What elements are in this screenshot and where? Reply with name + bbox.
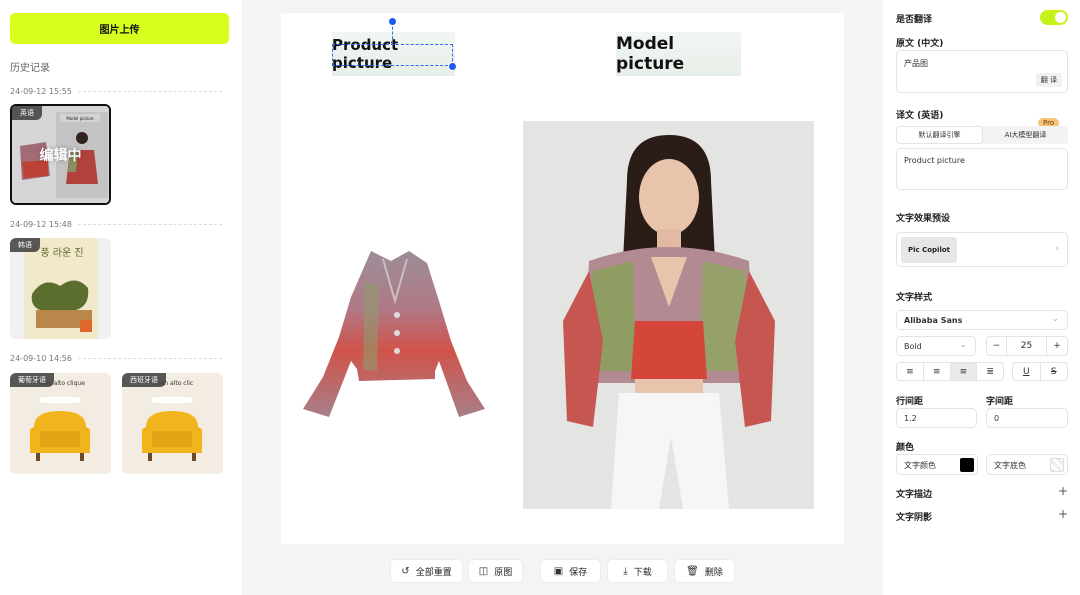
history-date: 24-09-10 14:56 xyxy=(10,354,222,363)
text-shadow-label: 文字阴影 xyxy=(896,513,933,523)
editor-canvas: Product picture Model picture xyxy=(281,13,844,544)
delete-label: 删除 xyxy=(704,567,723,578)
strikethrough-button[interactable]: S xyxy=(1041,363,1068,380)
source-text-field[interactable]: 产品图 翻 译 xyxy=(896,50,1068,93)
translation-engine-tabs: 默认翻译引擎 AI大模型翻译 xyxy=(896,126,1068,144)
translate-toggle-label: 是否翻译 xyxy=(896,15,933,25)
underline-button[interactable]: U xyxy=(1013,363,1041,380)
reset-icon: ↺ xyxy=(401,565,410,577)
chevron-down-icon: ⌄ xyxy=(1051,314,1059,324)
toggle-knob xyxy=(1055,12,1066,23)
source-text-value: 产品图 xyxy=(904,59,928,68)
align-justify-button[interactable]: ≣ xyxy=(977,363,1003,380)
save-label: 保存 xyxy=(569,567,588,578)
reset-all-label: 全部重置 xyxy=(415,567,452,578)
font-size-value[interactable]: 25 xyxy=(1007,337,1047,355)
rotate-handle[interactable] xyxy=(388,17,397,26)
reset-all-button[interactable]: ↺ 全部重置 xyxy=(391,560,462,582)
font-family-select[interactable]: Alibaba Sans ⌄ xyxy=(896,310,1068,330)
trash-icon: 🗑 xyxy=(686,565,699,577)
line-spacing-input[interactable]: 1.2 xyxy=(896,408,977,428)
preset-label: 文字效果预设 xyxy=(896,214,951,224)
product-image xyxy=(303,251,485,417)
text-color-picker[interactable]: 文字颜色 xyxy=(896,454,978,475)
history-sidebar: 图片上传 历史记录 24-09-12 15:55 Model picture 英… xyxy=(0,0,242,595)
language-tag: 韩语 xyxy=(10,238,40,252)
history-date-label: 24-09-12 15:55 xyxy=(10,87,72,96)
line-spacing-value: 1.2 xyxy=(904,414,917,423)
history-thumb-portuguese[interactable]: sém alto clique 葡萄牙语 xyxy=(10,373,111,474)
thumb-image: mén alto clic xyxy=(122,373,223,474)
text-bg-color-picker[interactable]: 文字底色 xyxy=(986,454,1068,475)
language-tag: 英语 xyxy=(12,106,42,120)
font-weight-value: Bold xyxy=(904,342,922,351)
history-thumb-korean[interactable]: 풍 라운 진 韩语 xyxy=(10,238,111,339)
history-date-label: 24-09-10 14:56 xyxy=(10,354,72,363)
compare-icon: ◫ xyxy=(478,565,489,577)
language-tag: 葡萄牙语 xyxy=(10,373,54,387)
chevron-down-icon: ⌄ xyxy=(959,340,967,350)
language-tag: 西班牙语 xyxy=(122,373,166,387)
preset-chip[interactable]: Pic Copilot xyxy=(901,237,957,263)
decoration-group: U S xyxy=(1012,362,1068,381)
letter-spacing-value: 0 xyxy=(994,414,1000,423)
original-image-label: 原图 xyxy=(494,567,513,578)
selection-frame xyxy=(332,44,453,66)
target-text-value: Product picture xyxy=(904,156,965,165)
decrease-size-button[interactable]: − xyxy=(987,337,1007,355)
target-text-field[interactable]: Product picture xyxy=(896,148,1068,190)
translate-button[interactable]: 翻 译 xyxy=(1035,73,1062,87)
editing-overlay: 编辑中 xyxy=(12,106,109,203)
color-label: 颜色 xyxy=(896,443,915,453)
save-icon: ▣ xyxy=(553,565,564,577)
history-date: 24-09-12 15:48 xyxy=(10,220,222,229)
text-bg-color-label: 文字底色 xyxy=(994,461,1026,470)
add-shadow-icon[interactable]: + xyxy=(1058,507,1068,521)
history-title: 历史记录 xyxy=(10,63,50,74)
text-stroke-label: 文字描边 xyxy=(896,490,933,500)
font-family-value: Alibaba Sans xyxy=(904,316,963,325)
text-color-label: 文字颜色 xyxy=(904,461,936,470)
align-right-button[interactable]: ≡ xyxy=(924,363,951,380)
download-label: 下载 xyxy=(633,567,652,578)
text-settings-panel: 是否翻译 原文 (中文) 产品图 翻 译 译文 (英语) Pro 默认翻译引擎 … xyxy=(883,0,1080,595)
model-label-text[interactable]: Model picture xyxy=(616,32,741,76)
translate-toggle[interactable] xyxy=(1040,10,1068,25)
tab-default-engine[interactable]: 默认翻译引擎 xyxy=(896,126,983,144)
download-icon: ⤓ xyxy=(623,565,628,577)
delete-button[interactable]: 🗑 删除 xyxy=(675,560,734,582)
add-stroke-icon[interactable]: + xyxy=(1058,484,1068,498)
history-thumb-english[interactable]: Model picture 英语 编辑中 xyxy=(10,104,111,205)
preset-selector[interactable]: Pic Copilot › xyxy=(896,232,1068,267)
transparent-swatch xyxy=(1050,458,1064,472)
thumb-image: 풍 라운 진 xyxy=(10,238,111,339)
align-center-button[interactable]: ≡ xyxy=(950,363,978,380)
thumb-mini-text: 풍 라운 진 xyxy=(40,247,83,259)
tab-ai-engine[interactable]: AI大模型翻译 xyxy=(983,126,1068,144)
thumb-image: sém alto clique xyxy=(10,373,111,474)
save-button[interactable]: ▣ 保存 xyxy=(541,560,600,582)
font-size-stepper: − 25 + xyxy=(986,336,1068,356)
original-image-button[interactable]: ◫ 原图 xyxy=(469,560,522,582)
line-spacing-label: 行间距 xyxy=(896,397,924,407)
download-button[interactable]: ⤓ 下载 xyxy=(608,560,667,582)
increase-size-button[interactable]: + xyxy=(1047,337,1067,355)
letter-spacing-label: 字间距 xyxy=(986,397,1014,407)
model-image xyxy=(523,121,814,509)
target-text-label: 译文 (英语) xyxy=(896,111,944,121)
history-date: 24-09-12 15:55 xyxy=(10,87,222,96)
source-text-label: 原文 (中文) xyxy=(896,39,944,49)
text-style-label: 文字样式 xyxy=(896,293,933,303)
history-date-label: 24-09-12 15:48 xyxy=(10,220,72,229)
resize-handle[interactable] xyxy=(448,62,457,71)
chevron-right-icon: › xyxy=(1055,244,1059,254)
font-weight-select[interactable]: Bold ⌄ xyxy=(896,336,976,356)
align-left-button[interactable]: ≡ xyxy=(897,363,924,380)
text-color-swatch xyxy=(960,458,974,472)
upload-image-button[interactable]: 图片上传 xyxy=(10,13,229,44)
history-thumb-spanish[interactable]: mén alto clic 西班牙语 xyxy=(122,373,223,474)
letter-spacing-input[interactable]: 0 xyxy=(986,408,1068,428)
alignment-group: ≡ ≡ ≡ ≣ xyxy=(896,362,1004,381)
